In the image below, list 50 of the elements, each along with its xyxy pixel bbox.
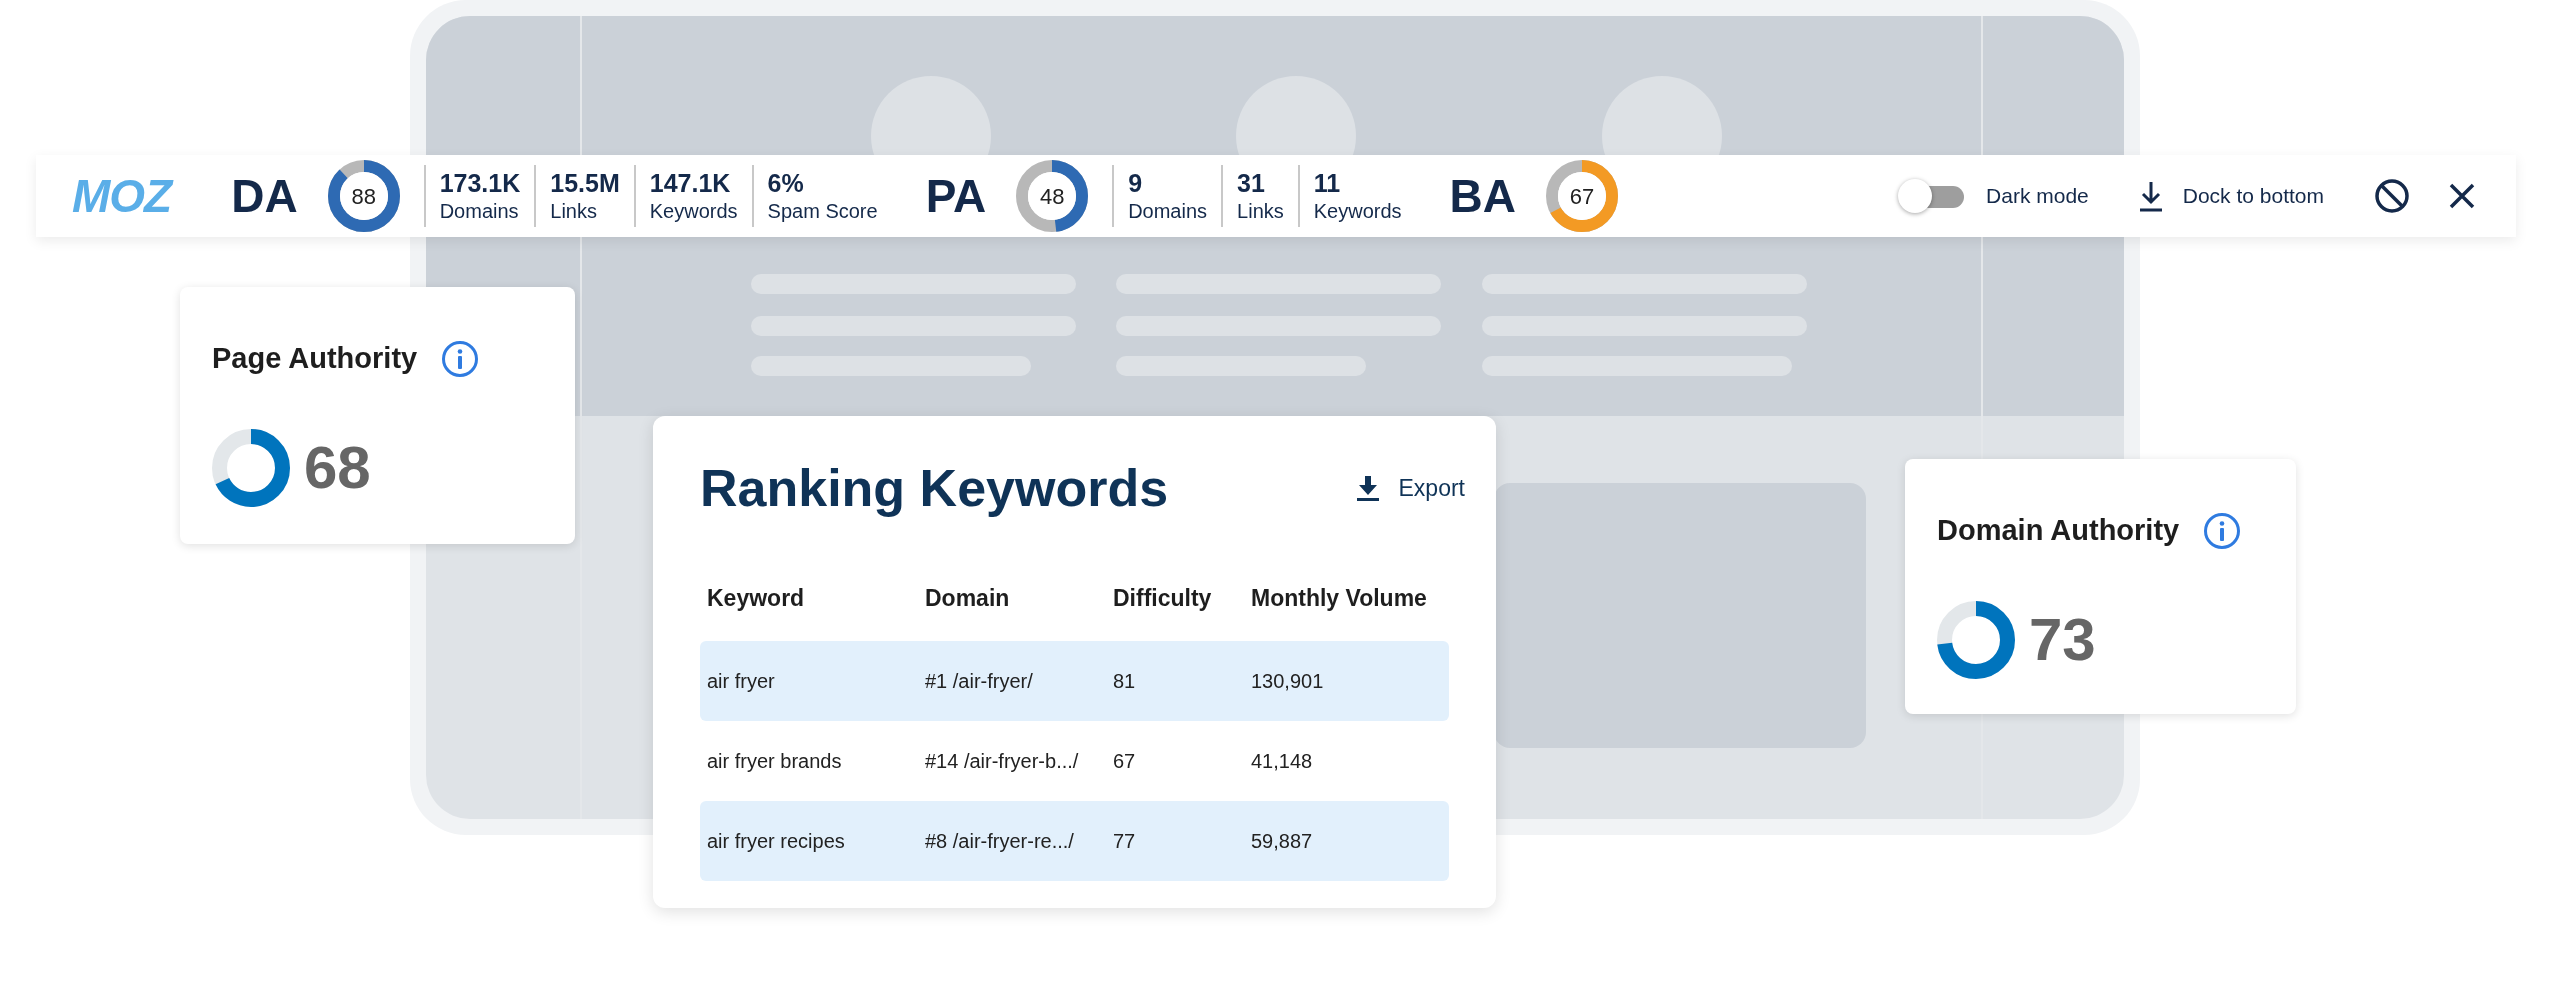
stat-value: 15.5M	[550, 167, 620, 199]
export-button[interactable]: Export	[1356, 471, 1465, 506]
column-header: Domain	[925, 584, 1011, 613]
table-cell: 67	[1113, 749, 1136, 772]
close-button[interactable]	[2448, 182, 2476, 210]
info-icon[interactable]	[2203, 511, 2242, 550]
ban-icon	[2374, 178, 2410, 214]
column-header: Monthly Volume	[1251, 584, 1428, 613]
table-cell: #1 /air-fryer/	[925, 669, 1033, 692]
score-value: 73	[2029, 609, 2096, 670]
table-cell: #14 /air-fryer-b.../	[925, 749, 1079, 772]
score-value: 68	[304, 437, 371, 498]
table-cell: air fryer	[707, 669, 775, 692]
stat-value: 6%	[767, 167, 805, 199]
dock-to-bottom-button[interactable]: Dock to bottom	[2138, 180, 2324, 212]
block-button[interactable]	[2374, 178, 2410, 214]
card-title: Domain Authority	[1937, 513, 2180, 548]
card-title: Page Authority	[212, 341, 418, 376]
stat-value: 9	[1128, 167, 1144, 199]
column-header: Keyword	[707, 584, 806, 613]
table-cell: 81	[1113, 669, 1136, 692]
table-cell: air fryer brands	[707, 749, 842, 772]
stat-value: 147.1K	[649, 167, 732, 199]
close-icon	[2448, 182, 2476, 210]
table-cell: 41,148	[1251, 749, 1313, 772]
stat-value: 11	[1313, 167, 1342, 199]
stat-label: Domains	[1128, 199, 1208, 225]
table-cell: air fryer recipes	[707, 829, 845, 852]
table-cell: 77	[1113, 829, 1136, 852]
dark-mode-label: Dark mode	[1986, 183, 2089, 210]
table-cell: #8 /air-fryer-re.../	[925, 829, 1074, 852]
info-icon[interactable]	[441, 339, 480, 378]
table-cell: 130,901	[1251, 669, 1324, 692]
stat-label: Keywords	[1313, 199, 1402, 225]
stat-label: Keywords	[649, 199, 738, 225]
download-icon	[1356, 475, 1379, 502]
stat-label: Domains	[439, 199, 520, 225]
table-cell: 59,887	[1251, 829, 1313, 852]
stat-label: Links	[550, 199, 598, 225]
stat-label: Spam Score	[767, 199, 878, 225]
card-title: Ranking Keywords	[700, 458, 1169, 519]
download-icon	[2138, 180, 2163, 212]
score-label: BA	[1449, 173, 1517, 219]
score-label: PA	[925, 173, 987, 219]
moz-logo: MOZ	[72, 173, 172, 219]
stat-value: 31	[1237, 167, 1266, 199]
score-label: DA	[231, 173, 298, 219]
stat-label: Links	[1237, 199, 1284, 225]
column-header: Difficulty	[1113, 584, 1213, 613]
stat-value: 173.1K	[439, 167, 521, 199]
